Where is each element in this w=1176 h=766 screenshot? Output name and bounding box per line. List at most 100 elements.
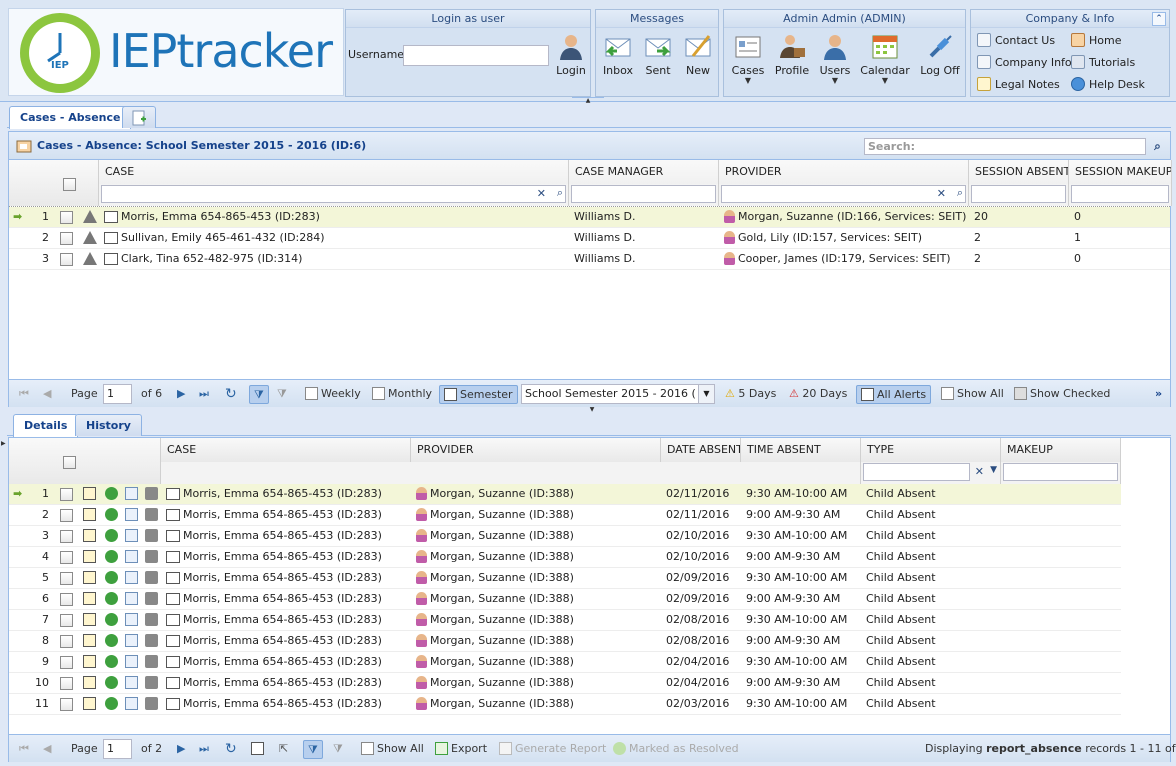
users-menu-button[interactable]: Users ▼ [816,32,854,85]
table-row[interactable]: 7 Morris, Emma 654-865-453 (ID:283) Morgan… [9,610,1121,631]
type-header[interactable]: TYPE [861,438,1001,462]
email-icon[interactable] [125,634,138,647]
row-checkbox[interactable] [60,635,73,648]
inbox-button[interactable]: Inbox [599,32,637,77]
table-row[interactable]: 3 Clark, Tina 652-482-975 (ID:314) William… [9,249,1170,270]
log-off-button[interactable]: Log Off [918,32,962,77]
table-row[interactable]: 3 Morris, Emma 654-865-453 (ID:283) Morgan… [9,526,1121,547]
table-row[interactable]: ➡ 1 Morris, Emma 654-865-453 (ID:283) Morga… [9,484,1121,505]
email-icon[interactable] [125,592,138,605]
search-icon[interactable]: ⌕ [1149,138,1166,155]
detail-case-cell[interactable]: Morris, Emma 654-865-453 (ID:283) [161,652,411,672]
row-checkbox[interactable] [60,614,73,627]
alert-warning-icon[interactable] [83,210,97,223]
tab-details[interactable]: Details [13,414,79,437]
new-tab-button[interactable] [122,106,156,128]
table-row[interactable]: 11 Morris, Emma 654-865-453 (ID:283) Morga… [9,694,1121,715]
session-makeup-filter-input[interactable] [1071,185,1169,203]
printer-icon[interactable] [145,508,158,521]
detail-prev-page-icon[interactable]: ◀ [41,740,51,759]
detail-first-page-icon[interactable]: ⏮ [17,740,29,759]
semester-button[interactable]: Semester [439,385,518,404]
row-checkbox[interactable] [60,656,73,669]
show-all-button[interactable]: Show All [939,385,1004,404]
row-checkbox[interactable] [60,593,73,606]
type-filter-clear-icon[interactable]: ✕ [975,465,984,478]
detail-provider-header[interactable]: PROVIDER [411,438,661,462]
detail-provider-cell[interactable]: Morgan, Suzanne (ID:388) [411,694,661,714]
session-absent-filter-input[interactable] [971,185,1066,203]
row-checkbox[interactable] [60,232,73,245]
calendar-menu-button[interactable]: Calendar ▼ [860,32,910,85]
provider-cell[interactable]: Cooper, James (ID:179, Services: SEIT) [719,249,969,269]
detail-provider-cell[interactable]: Morgan, Suzanne (ID:388) [411,568,661,588]
printer-icon[interactable] [145,676,158,689]
home-link[interactable]: Home [1071,32,1121,50]
detail-show-all-button[interactable]: Show All [359,740,424,759]
row-checkbox[interactable] [60,551,73,564]
filter-search-icon[interactable]: ⌕ [557,186,563,200]
provider-cell[interactable]: Gold, Lily (ID:157, Services: SEIT) [719,228,969,248]
email-icon[interactable] [125,697,138,710]
table-row[interactable]: 4 Morris, Emma 654-865-453 (ID:283) Morgan… [9,547,1121,568]
printer-icon[interactable] [145,487,158,500]
refresh-icon[interactable]: ↻ [223,385,237,404]
app-logo[interactable]: IEP IEPtracker [8,8,344,96]
semester-dropdown-icon[interactable]: ▼ [698,385,714,403]
profile-button[interactable]: Profile [772,32,812,77]
case-cell[interactable]: Morris, Emma 654-865-453 (ID:283) [99,207,569,227]
login-button[interactable]: Login [553,32,589,77]
marked-resolved-button[interactable]: Marked as Resolved [611,740,739,759]
company-info-link[interactable]: Company Info [977,54,1072,72]
type-filter-input[interactable] [863,463,970,481]
edit-note-icon[interactable] [83,655,96,668]
resolved-check-icon[interactable] [105,655,118,668]
monthly-button[interactable]: Monthly [370,385,432,404]
printer-icon[interactable] [145,655,158,668]
row-checkbox[interactable] [60,488,73,501]
show-checked-button[interactable]: Show Checked [1012,385,1110,404]
select-all-checkbox[interactable] [63,178,76,191]
edit-note-icon[interactable] [83,571,96,584]
table-row[interactable]: 10 Morris, Emma 654-865-453 (ID:283) Morga… [9,673,1121,694]
printer-icon[interactable] [145,529,158,542]
email-icon[interactable] [125,655,138,668]
alert-warning-icon[interactable] [83,231,97,244]
edit-note-icon[interactable] [83,613,96,626]
table-row[interactable]: 5 Morris, Emma 654-865-453 (ID:283) Morgan… [9,568,1121,589]
detail-provider-cell[interactable]: Morgan, Suzanne (ID:388) [411,610,661,630]
email-icon[interactable] [125,529,138,542]
detail-case-cell[interactable]: Morris, Emma 654-865-453 (ID:283) [161,547,411,567]
twenty-days-button[interactable]: ⚠ 20 Days [787,385,847,404]
row-checkbox[interactable] [60,509,73,522]
email-icon[interactable] [125,571,138,584]
makeup-filter-input[interactable] [1003,463,1118,481]
edit-note-icon[interactable] [83,529,96,542]
makeup-header[interactable]: MAKEUP [1001,438,1121,462]
provider-clear-filter-icon[interactable]: ✕ [937,187,946,200]
new-message-button[interactable]: New [679,32,717,77]
case-cell[interactable]: Clark, Tina 652-482-975 (ID:314) [99,249,569,269]
detail-case-header[interactable]: CASE [161,438,411,462]
help-desk-link[interactable]: Help Desk [1071,76,1145,94]
contact-us-link[interactable]: Contact Us [977,32,1055,50]
case-manager-filter-input[interactable] [571,185,716,203]
detail-provider-cell[interactable]: Morgan, Suzanne (ID:388) [411,484,661,504]
detail-provider-cell[interactable]: Morgan, Suzanne (ID:388) [411,526,661,546]
tab-history[interactable]: History [75,414,142,436]
detail-provider-cell[interactable]: Morgan, Suzanne (ID:388) [411,652,661,672]
printer-icon[interactable] [145,550,158,563]
select-cursor-icon[interactable]: ⇱ [277,740,288,759]
header-splitter-handle[interactable]: ▲ [572,97,604,104]
provider-filter-input[interactable] [721,185,966,203]
detail-case-cell[interactable]: Morris, Emma 654-865-453 (ID:283) [161,484,411,504]
detail-provider-cell[interactable]: Morgan, Suzanne (ID:388) [411,505,661,525]
case-filter-input[interactable] [101,185,566,203]
resolved-check-icon[interactable] [105,676,118,689]
table-row[interactable]: 2 Morris, Emma 654-865-453 (ID:283) Morgan… [9,505,1121,526]
detail-case-cell[interactable]: Morris, Emma 654-865-453 (ID:283) [161,673,411,693]
detail-refresh-icon[interactable]: ↻ [223,740,237,759]
edit-note-icon[interactable] [83,508,96,521]
row-checkbox[interactable] [60,211,73,224]
table-row[interactable]: 2 Sullivan, Emily 465-461-432 (ID:284) Wil… [9,228,1170,249]
